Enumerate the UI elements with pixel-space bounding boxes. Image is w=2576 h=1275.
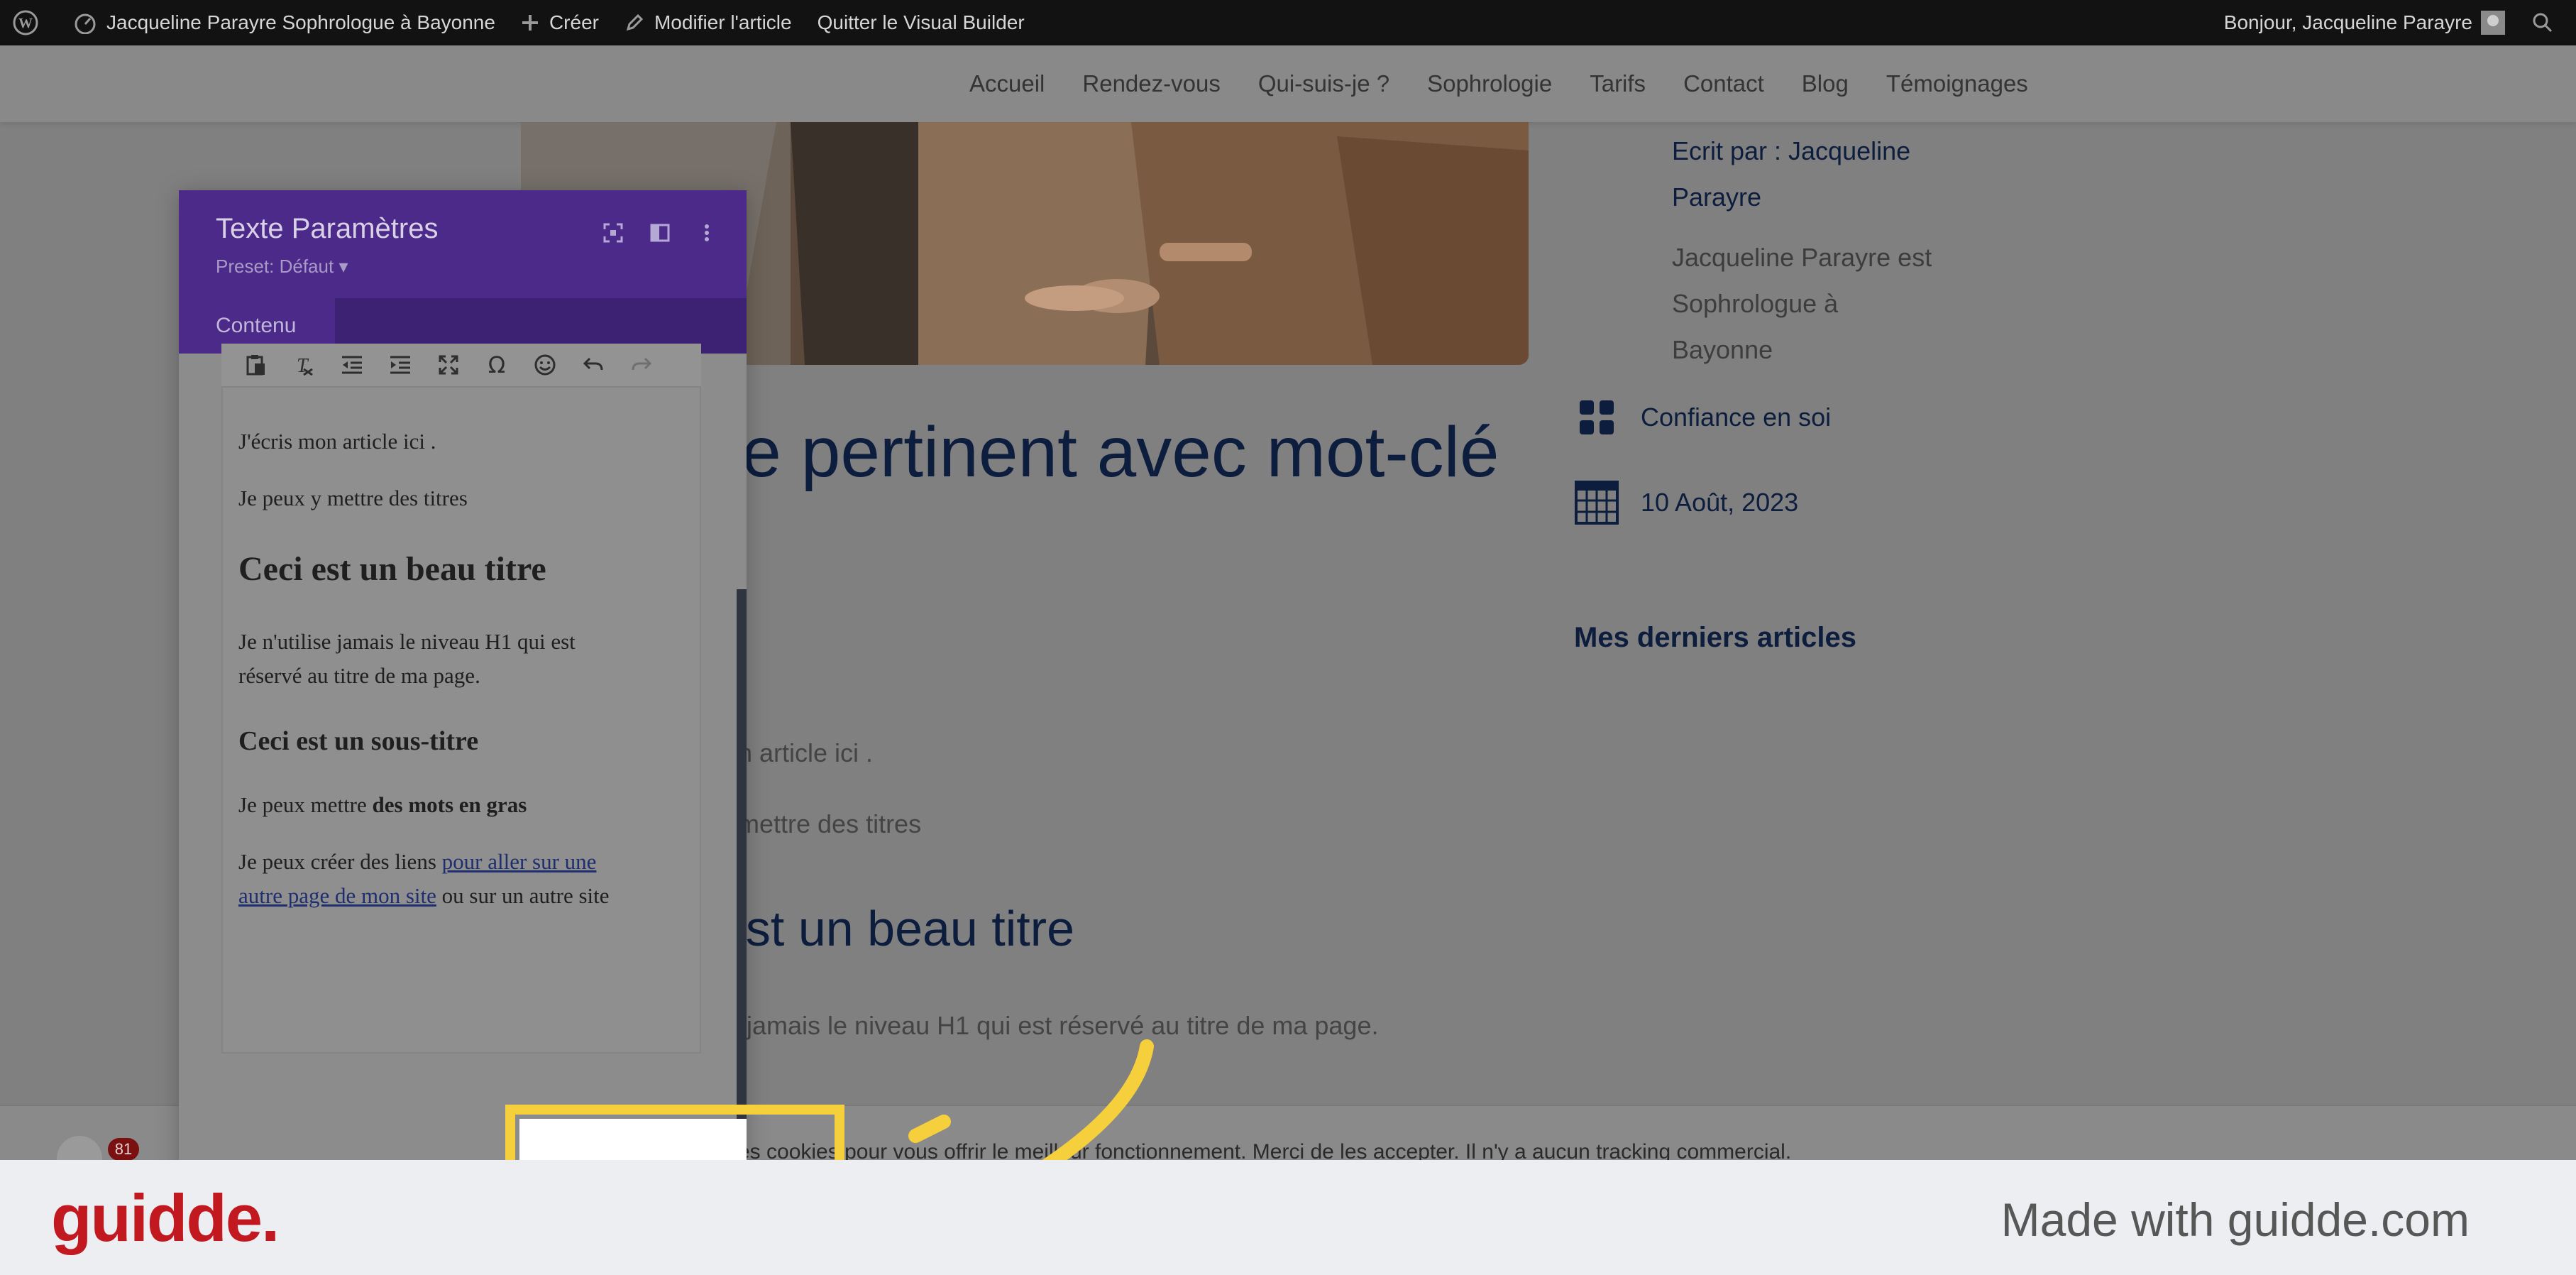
- pencil-icon: [626, 13, 644, 31]
- editor-paragraph-4: Je peux mettre des mots en gras: [238, 792, 527, 818]
- author-bio: Jacqueline Parayre est Sophrologue à Bay…: [1672, 234, 1984, 373]
- paste-icon[interactable]: [231, 344, 280, 386]
- author-line-1: Ecrit par : Jacqueline: [1672, 136, 1911, 165]
- text-settings-panel: Texte Paramètres Preset: Défaut ▾ Conten…: [179, 190, 747, 1204]
- expand-icon[interactable]: [424, 344, 473, 386]
- nav-item-rendez-vous[interactable]: Rendez-vous: [1082, 70, 1220, 97]
- clear-formatting-icon[interactable]: T: [280, 344, 328, 386]
- indent-icon[interactable]: [376, 344, 424, 386]
- editor-paragraph-2: Je peux y mettre des titres: [238, 486, 468, 510]
- caret-down-icon: ▾: [338, 256, 348, 277]
- redo-icon[interactable]: [617, 344, 666, 386]
- wordpress-logo-button[interactable]: W: [0, 0, 61, 45]
- exit-visual-builder-link[interactable]: Quitter le Visual Builder: [805, 0, 1037, 45]
- create-label: Créer: [549, 11, 599, 33]
- search-icon: [2533, 13, 2553, 33]
- editor-paragraph-5-line-1: Je peux créer des liens pour aller sur u…: [238, 849, 596, 875]
- special-character-icon[interactable]: Ω: [473, 344, 521, 386]
- editor-paragraph-5-text: Je peux créer des liens: [238, 849, 442, 874]
- preset-dropdown[interactable]: Preset: Défaut ▾: [216, 256, 348, 278]
- outdent-icon[interactable]: [328, 344, 376, 386]
- category-label: Confiance en soi: [1641, 403, 1832, 432]
- cookie-count-badge: 81: [108, 1138, 139, 1161]
- nav-item-qui-suis-je[interactable]: Qui-suis-je ?: [1258, 70, 1389, 97]
- admin-search-button[interactable]: [2512, 0, 2576, 45]
- date-label: 10 Août, 2023: [1641, 488, 1799, 517]
- editor-heading-3: Ceci est un sous-titre: [238, 726, 479, 756]
- emoji-icon[interactable]: [521, 344, 569, 386]
- made-with-guidde-text: Made with guidde.com: [2000, 1193, 2470, 1246]
- nav-item-contact[interactable]: Contact: [1683, 70, 1764, 97]
- panel-header[interactable]: Texte Paramètres Preset: Défaut ▾: [179, 190, 747, 298]
- edit-article-label: Modifier l'article: [654, 11, 792, 33]
- post-date: 10 Août, 2023: [1574, 480, 1798, 525]
- panel-title: Texte Paramètres: [216, 213, 439, 244]
- editor-paragraph-3-line-2: réservé au titre de ma page.: [238, 663, 480, 688]
- site-header: Accueil Rendez-vous Qui-suis-je ? Sophro…: [0, 45, 2576, 122]
- main-navigation: Accueil Rendez-vous Qui-suis-je ? Sophro…: [969, 45, 2066, 122]
- account-menu[interactable]: Bonjour, Jacqueline Parayre: [2211, 0, 2512, 45]
- article-paragraph-1: n article ici .: [738, 738, 874, 767]
- more-options-icon[interactable]: [688, 214, 725, 251]
- site-name-link[interactable]: Jacqueline Parayre Sophrologue à Bayonne: [61, 0, 508, 45]
- svg-text:Ω: Ω: [488, 353, 505, 377]
- editor-paragraph-4-text: Je peux mettre: [238, 792, 373, 817]
- editor-link-line-2[interactable]: autre page de mon site: [238, 883, 436, 908]
- editor-bold-text: des mots en gras: [372, 792, 527, 817]
- editor-toolbar: T Ω: [221, 344, 701, 386]
- editor-paragraph-1: J'écris mon article ici .: [238, 429, 436, 454]
- nav-item-temoignages[interactable]: Témoignages: [1886, 70, 2028, 97]
- nav-item-blog[interactable]: Blog: [1802, 70, 1849, 97]
- calendar-icon: [1574, 480, 1619, 525]
- editor-paragraph-3-line-1: Je n'utilise jamais le niveau H1 qui est: [238, 629, 576, 654]
- greeting-label: Bonjour, Jacqueline Parayre: [2223, 11, 2472, 33]
- preset-label: Preset: Défaut: [216, 256, 334, 277]
- dashboard-icon: [75, 13, 96, 34]
- article-paragraph-2: mettre des titres: [738, 809, 922, 838]
- article-title: re pertinent avec mot-clé: [718, 412, 1499, 492]
- edit-article-link[interactable]: Modifier l'article: [612, 0, 805, 45]
- editor-paragraph-5-suffix: ou sur un autre site: [436, 883, 610, 908]
- nav-item-sophrologie[interactable]: Sophrologie: [1427, 70, 1552, 97]
- bio-line-3: Bayonne: [1672, 335, 1773, 364]
- editor-paragraph-5-line-2: autre page de mon site ou sur un autre s…: [238, 883, 610, 909]
- wordpress-icon: W: [13, 10, 38, 35]
- wp-admin-bar: W Jacqueline Parayre Sophrologue à Bayon…: [0, 0, 2576, 45]
- editor-heading-2: Ceci est un beau titre: [238, 550, 546, 588]
- author-byline[interactable]: Ecrit par : Jacqueline Parayre: [1672, 128, 1970, 220]
- category-grid-icon: [1574, 395, 1619, 440]
- bio-line-2: Sophrologue à: [1672, 289, 1839, 318]
- avatar: [2481, 11, 2505, 35]
- bio-line-1: Jacqueline Parayre est: [1672, 243, 1932, 272]
- svg-text:W: W: [18, 16, 33, 31]
- recent-articles-title: Mes derniers articles: [1574, 622, 1856, 653]
- editor-link-line-1[interactable]: pour aller sur une: [442, 849, 597, 874]
- site-name-label: Jacqueline Parayre Sophrologue à Bayonne: [106, 11, 495, 33]
- nav-item-accueil[interactable]: Accueil: [969, 70, 1045, 97]
- fullscreen-icon[interactable]: [595, 214, 632, 251]
- guidde-logo: guidde.: [51, 1181, 280, 1255]
- exit-visual-builder-label: Quitter le Visual Builder: [817, 11, 1025, 33]
- create-menu[interactable]: Créer: [508, 0, 612, 45]
- nav-item-tarifs[interactable]: Tarifs: [1590, 70, 1646, 97]
- split-view-icon[interactable]: [642, 214, 678, 251]
- plus-icon: [522, 15, 538, 31]
- text-editor[interactable]: J'écris mon article ici . Je peux y mett…: [221, 386, 701, 1054]
- undo-icon[interactable]: [569, 344, 617, 386]
- author-line-2: Parayre: [1672, 182, 1762, 212]
- article-heading-2: est un beau titre: [718, 901, 1074, 956]
- category-link[interactable]: Confiance en soi: [1574, 395, 1831, 440]
